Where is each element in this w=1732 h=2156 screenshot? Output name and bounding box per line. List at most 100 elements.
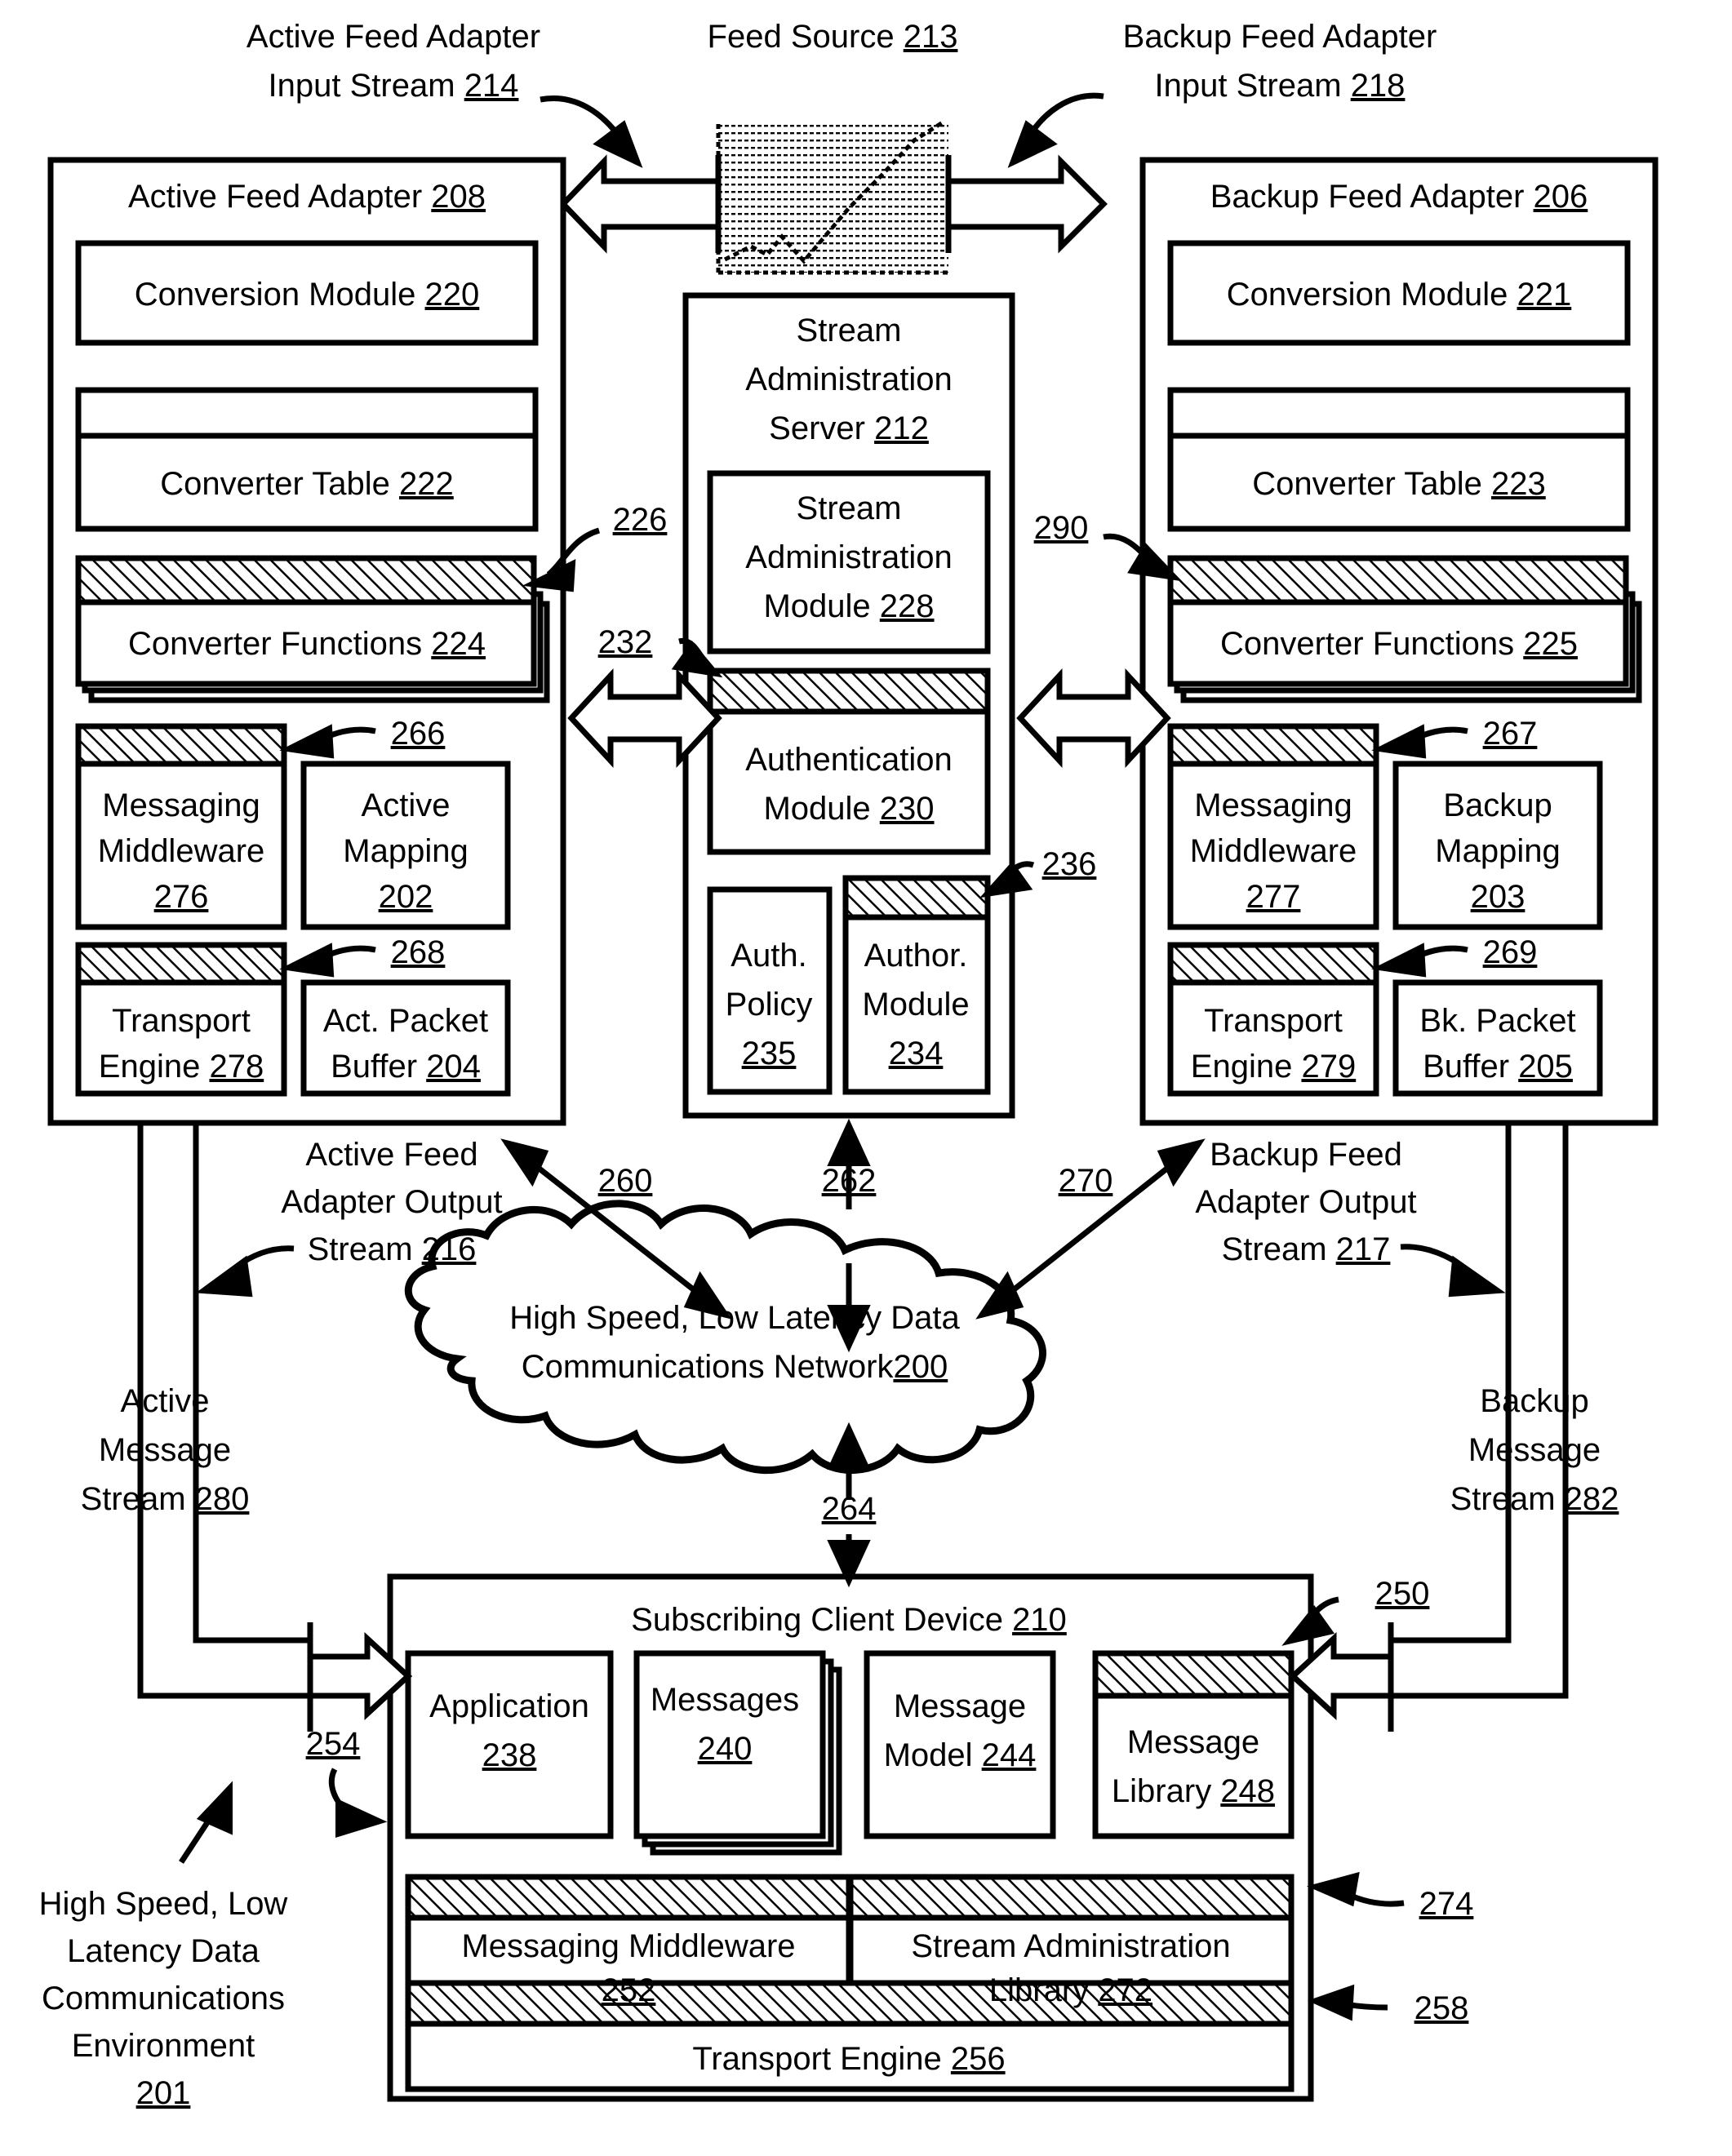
ref-268: 268 xyxy=(391,934,446,970)
backup-transport-engine-l2: Engine 279 xyxy=(1191,1049,1356,1085)
active-packet-buffer-l2: Buffer 204 xyxy=(331,1049,481,1085)
client-message-library-box xyxy=(1092,1692,1295,1839)
client-messages-ref: 240 xyxy=(698,1731,753,1767)
active-converter-table-header xyxy=(75,387,539,441)
backup-mapping-l1: Backup xyxy=(1443,787,1552,823)
ref-226: 226 xyxy=(613,502,668,538)
active-input-stream-label-l1: Active Feed Adapter xyxy=(246,19,540,55)
network-label-l2: Communications Network200 xyxy=(522,1349,948,1385)
feed-source-label: Feed Source 213 xyxy=(708,19,958,55)
client-stream-admin-library-l1: Stream Administration xyxy=(911,1928,1230,1964)
ref-270: 270 xyxy=(1059,1163,1113,1199)
backup-transport-engine-hatchbar xyxy=(1167,942,1379,987)
ref-266: 266 xyxy=(391,716,446,752)
author-module-hatchbar xyxy=(842,875,991,922)
authentication-module-l1: Authentication xyxy=(745,742,953,778)
backup-message-stream-l1: Backup xyxy=(1480,1383,1588,1419)
client-application-label: Application xyxy=(429,1688,589,1724)
feed-source-icon xyxy=(716,120,948,275)
client-messages-label: Messages xyxy=(651,1682,799,1718)
backup-converter-table-header xyxy=(1167,387,1631,441)
patent-figure: Active Feed Adapter Input Stream 214 Fee… xyxy=(0,0,1732,2156)
diagram-canvas: Active Feed Adapter Input Stream 214 Fee… xyxy=(39,19,1659,2111)
environment-label-l1: High Speed, Low xyxy=(39,1886,288,1922)
client-messaging-middleware-ref: 252 xyxy=(602,1972,656,2008)
client-stream-admin-library-hatchbar xyxy=(847,1874,1295,1923)
active-mapping-l2: Mapping xyxy=(343,833,468,869)
author-module-l1: Author. xyxy=(864,938,968,974)
active-transport-engine-l2: Engine 278 xyxy=(99,1049,264,1085)
active-messaging-middleware-l1: Messaging xyxy=(102,787,260,823)
active-messaging-middleware-hatchbar xyxy=(75,723,287,769)
authentication-module-hatchbar xyxy=(707,668,991,716)
client-message-library-hatchbar xyxy=(1092,1650,1295,1701)
active-output-stream-l1: Active Feed xyxy=(305,1137,477,1173)
active-mapping-ref: 202 xyxy=(379,879,433,915)
active-transport-engine-hatchbar xyxy=(75,942,287,987)
active-converter-table-label: Converter Table 222 xyxy=(160,466,454,502)
backup-output-stream-l2: Adapter Output xyxy=(1195,1184,1416,1220)
callout-258-leader xyxy=(1307,1984,1388,2021)
client-application-ref: 238 xyxy=(482,1737,537,1773)
active-transport-engine-l1: Transport xyxy=(112,1003,251,1039)
backup-message-stream-l3: Stream 282 xyxy=(1450,1481,1619,1517)
environment-label-l2: Latency Data xyxy=(67,1933,260,1969)
authentication-module-l2: Module 230 xyxy=(763,791,934,827)
active-messaging-middleware-l2: Middleware xyxy=(98,833,265,869)
ref-254: 254 xyxy=(306,1726,361,1762)
author-module-l2: Module xyxy=(862,987,969,1023)
backup-messaging-middleware-ref: 277 xyxy=(1246,879,1301,915)
ref-264: 264 xyxy=(822,1491,877,1527)
active-messaging-middleware-ref: 276 xyxy=(154,879,209,915)
active-packet-buffer-l1: Act. Packet xyxy=(323,1003,488,1039)
stream-admin-server-title-l1: Stream xyxy=(797,313,902,348)
client-messaging-middleware-label: Messaging Middleware xyxy=(461,1928,795,1964)
ref-290: 290 xyxy=(1034,510,1089,546)
backup-mapping-l2: Mapping xyxy=(1435,833,1560,869)
stream-admin-module-l3: Module 228 xyxy=(763,588,934,624)
stream-admin-module-l1: Stream xyxy=(797,490,902,526)
active-conversion-module-label: Conversion Module 220 xyxy=(135,277,480,313)
ref-269: 269 xyxy=(1483,934,1538,970)
backup-feed-adapter-title: Backup Feed Adapter 206 xyxy=(1210,179,1588,215)
callout-214-leader xyxy=(540,95,643,168)
client-message-library-l2: Library 248 xyxy=(1112,1773,1275,1809)
feed-to-active-block-arrow xyxy=(559,154,722,254)
backup-transport-engine-l1: Transport xyxy=(1204,1003,1343,1039)
backup-output-stream-l1: Backup Feed xyxy=(1210,1137,1402,1173)
active-message-stream-l2: Message xyxy=(99,1432,231,1468)
environment-label-ref: 201 xyxy=(136,2075,191,2111)
active-message-stream-l1: Active xyxy=(121,1383,210,1419)
ref-236: 236 xyxy=(1042,846,1097,882)
network-label-l1: High Speed, Low Latency Data xyxy=(509,1300,960,1336)
active-mapping-l1: Active xyxy=(362,787,451,823)
environment-label-l3: Communications xyxy=(42,1981,285,2016)
ref-260: 260 xyxy=(598,1163,653,1199)
ref-250: 250 xyxy=(1375,1576,1430,1612)
backup-output-stream-l3: Stream 217 xyxy=(1222,1231,1391,1267)
backup-input-stream-label-l2: Input Stream 218 xyxy=(1155,68,1406,104)
backup-mapping-ref: 203 xyxy=(1471,879,1525,915)
authentication-module-box xyxy=(707,708,991,855)
ref-267: 267 xyxy=(1483,716,1538,752)
client-transport-engine-hatchbar xyxy=(405,1980,1295,2029)
active-converter-functions-label: Converter Functions 224 xyxy=(128,626,486,662)
ref-274: 274 xyxy=(1419,1886,1474,1922)
ref-262: 262 xyxy=(822,1163,877,1199)
backup-input-stream-label-l1: Backup Feed Adapter xyxy=(1123,19,1437,55)
feed-to-backup-block-arrow xyxy=(945,154,1108,254)
ref-232: 232 xyxy=(598,624,653,660)
client-messaging-middleware-hatchbar xyxy=(405,1874,852,1923)
backup-message-stream-l2: Message xyxy=(1468,1432,1601,1468)
network-cloud xyxy=(404,1200,1046,1475)
active-feed-adapter-title: Active Feed Adapter 208 xyxy=(128,179,486,215)
client-message-library-l1: Message xyxy=(1127,1724,1259,1760)
backup-messaging-middleware-l1: Messaging xyxy=(1194,787,1352,823)
callout-217-leader xyxy=(1400,1244,1506,1298)
author-module-ref: 234 xyxy=(889,1036,944,1071)
callout-218-leader xyxy=(1007,92,1104,168)
auth-policy-l1: Auth. xyxy=(731,938,806,974)
callout-274-leader xyxy=(1306,1871,1405,1907)
active-message-stream-l3: Stream 280 xyxy=(81,1481,250,1517)
backup-packet-buffer-l2: Buffer 205 xyxy=(1423,1049,1573,1085)
